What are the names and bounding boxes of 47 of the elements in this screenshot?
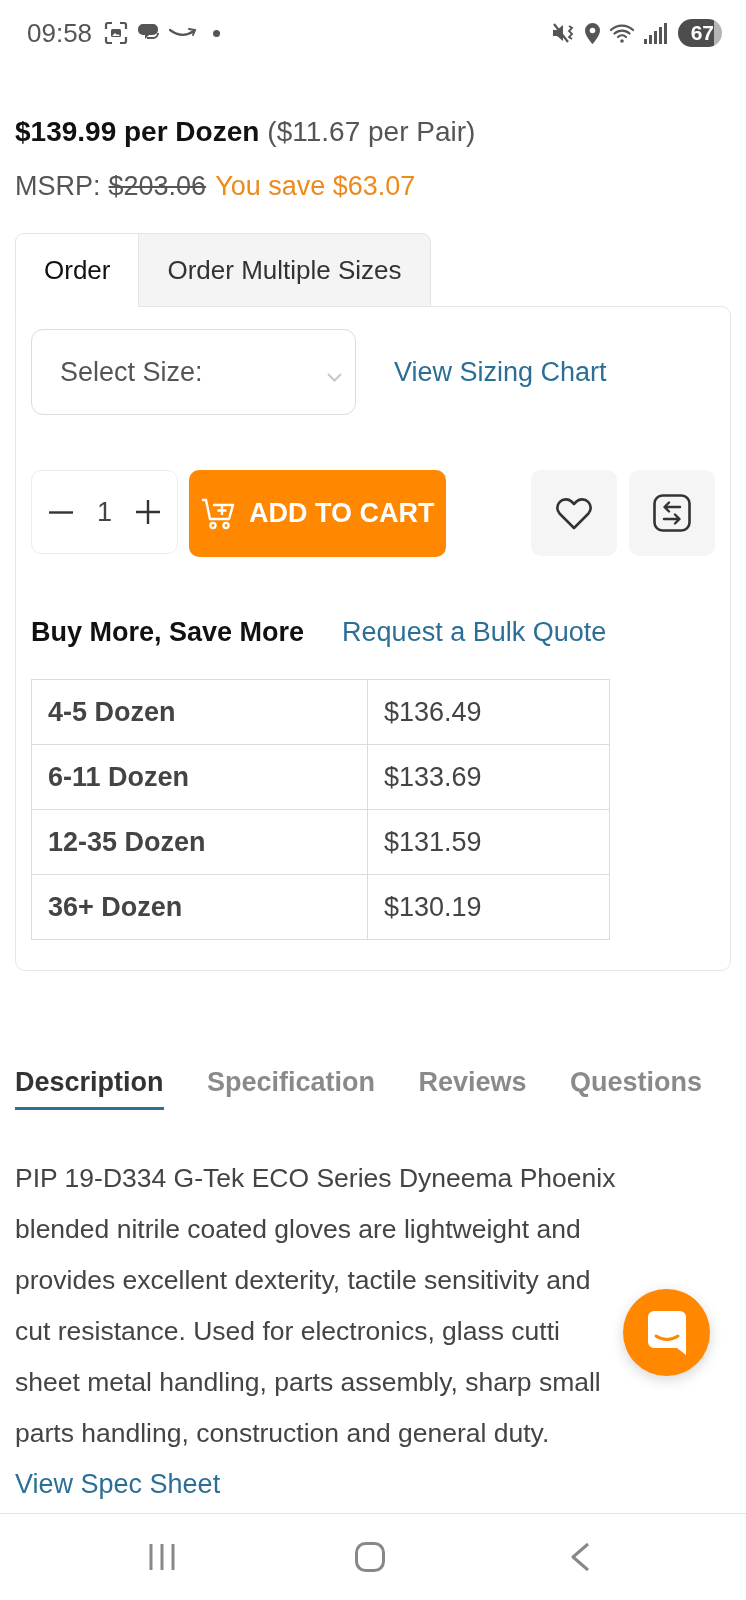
home-icon[interactable] <box>355 1542 385 1572</box>
plus-icon[interactable] <box>136 500 160 524</box>
battery-indicator: 67 <box>678 19 722 47</box>
wishlist-button[interactable] <box>531 470 617 556</box>
signal-icon <box>644 22 668 44</box>
quantity-field[interactable]: 1 <box>97 497 112 527</box>
quantity-range-cell: 36+ Dozen <box>31 874 368 940</box>
minus-icon[interactable] <box>49 510 73 514</box>
tier-price-cell: $133.69 <box>367 744 610 810</box>
back-icon[interactable] <box>569 1542 590 1572</box>
detail-tab[interactable]: Reviews <box>418 1067 527 1110</box>
description-text: PIP 19-D334 G-Tek ECO Series Dyneema Phoenix blended nitrile coated gloves are lightweight and provides excellent dexterity, tactile sensitivity and cut resistance. Used for electronics, glass cutti sheet metal handling, parts assembly, sharp small parts handling, construction and general duty. <box>15 1162 616 1450</box>
msrp-price: $203.06 <box>108 171 207 201</box>
status-time: 09:58 <box>27 18 93 48</box>
chevron-down-icon <box>327 372 342 382</box>
msrp-label: MSRP: <box>15 171 101 201</box>
bulk-quote-link[interactable]: Request a Bulk Quote <box>342 616 607 648</box>
order-tab[interactable]: Order Multiple Sizes <box>139 233 431 306</box>
wifi-icon <box>610 23 634 43</box>
dot-icon <box>213 29 221 37</box>
tier-price-cell: $136.49 <box>367 679 610 745</box>
chat-bubble-icon <box>647 1310 686 1355</box>
heart-icon <box>555 496 593 530</box>
compare-button[interactable] <box>629 470 715 556</box>
quantity-range-cell: 6-11 Dozen <box>31 744 368 810</box>
detail-tab[interactable]: Description <box>15 1067 164 1110</box>
mute-icon <box>552 22 575 44</box>
curve-arrow-icon <box>169 27 198 39</box>
detail-tab[interactable]: Questions <box>569 1067 702 1110</box>
bulk-pricing-title: Buy More, Save More <box>31 617 305 647</box>
recents-icon[interactable] <box>148 1543 176 1571</box>
price-per-pair: ($11.67 per Pair) <box>267 116 476 147</box>
quantity-range-cell: 12-35 Dozen <box>31 809 368 875</box>
tier-price-cell: $131.59 <box>367 809 610 875</box>
screenshot-icon <box>104 21 129 45</box>
quantity-range-cell: 4-5 Dozen <box>31 679 368 745</box>
compare-arrows-icon <box>653 494 691 532</box>
location-icon <box>585 22 600 44</box>
detail-tab[interactable]: Specification <box>206 1067 375 1110</box>
cart-plus-icon <box>201 497 235 530</box>
tier-price-cell: $130.19 <box>367 874 610 940</box>
spec-sheet-link[interactable]: View Spec Sheet <box>15 1469 221 1499</box>
sizing-chart-link[interactable]: View Sizing Chart <box>394 356 607 388</box>
size-select[interactable]: Select Size: <box>31 329 356 415</box>
savings-text: You save $63.07 <box>215 171 416 201</box>
order-tab[interactable]: Order <box>15 233 140 307</box>
price-per-dozen: $139.99 per Dozen <box>15 116 260 147</box>
